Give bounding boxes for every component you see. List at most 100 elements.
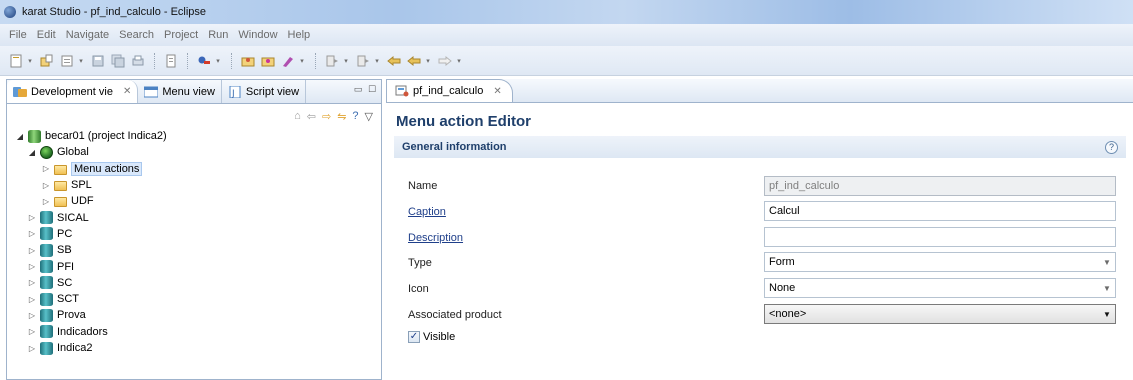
menu-help[interactable]: Help	[283, 29, 316, 41]
back-icon[interactable]	[406, 53, 422, 69]
tab-script-view[interactable]: J Script view	[222, 80, 307, 103]
minimize-icon[interactable]: ▭	[353, 85, 363, 95]
forward-icon[interactable]	[437, 53, 453, 69]
back-dropdown-icon[interactable]: ▾	[424, 57, 432, 65]
new-dropdown-icon[interactable]: ▾	[26, 57, 34, 65]
save-icon[interactable]	[90, 53, 106, 69]
open-resource-icon[interactable]	[260, 53, 276, 69]
description-link[interactable]: Description	[408, 232, 463, 244]
tree-item[interactable]: ▷ Indicadors	[15, 324, 381, 340]
close-icon[interactable]: ✕	[123, 86, 131, 97]
collapsed-arrow-icon[interactable]: ▷	[27, 327, 37, 336]
search-dropdown-icon[interactable]: ▾	[214, 57, 222, 65]
collapsed-arrow-icon[interactable]: ▷	[41, 181, 51, 190]
tab-menu-view[interactable]: Menu view	[138, 80, 222, 103]
menu-file[interactable]: File	[4, 29, 32, 41]
chevron-down-icon[interactable]: ▼	[1099, 253, 1115, 271]
open-type-icon[interactable]	[240, 53, 256, 69]
properties-icon[interactable]	[163, 53, 179, 69]
collapsed-arrow-icon[interactable]: ▷	[27, 295, 37, 304]
menu-edit[interactable]: Edit	[32, 29, 61, 41]
expanded-arrow-icon[interactable]: ◢	[27, 148, 37, 157]
collapsed-arrow-icon[interactable]: ▷	[27, 246, 37, 255]
general-information-section[interactable]: General information ?	[394, 136, 1126, 158]
tab-pf-ind-calculo[interactable]: pf_ind_calculo ✕	[386, 79, 513, 102]
tab-development-view[interactable]: Development vie ✕	[7, 80, 139, 103]
menu-navigate[interactable]: Navigate	[61, 29, 114, 41]
visible-checkbox[interactable]: ✓	[408, 331, 420, 343]
description-field[interactable]	[764, 227, 1116, 247]
tree-item[interactable]: ◢ Global	[15, 144, 381, 160]
collapsed-arrow-icon[interactable]: ▷	[27, 278, 37, 287]
open-file-icon[interactable]	[59, 53, 75, 69]
close-icon[interactable]: ✕	[493, 86, 501, 97]
tree-item[interactable]: ▷ SB	[15, 242, 381, 258]
view-menu-icon[interactable]: ▽	[365, 110, 373, 123]
tree-item[interactable]: ▷ SCT	[15, 291, 381, 307]
menu-window[interactable]: Window	[233, 29, 282, 41]
new-project-icon[interactable]	[39, 53, 55, 69]
associated-product-select[interactable]: <none> ▼	[764, 304, 1116, 324]
collapsed-arrow-icon[interactable]: ▷	[41, 164, 51, 173]
new-icon[interactable]	[8, 53, 24, 69]
save-all-icon[interactable]	[110, 53, 126, 69]
link-with-editor-icon[interactable]: ⇋	[337, 110, 346, 123]
expanded-arrow-icon[interactable]: ◢	[15, 132, 25, 141]
tree-item-label: SPL	[71, 179, 92, 192]
tree-item[interactable]: ▷ SC	[15, 275, 381, 291]
home-icon[interactable]: ⌂	[294, 110, 301, 122]
next-annotation-dropdown-icon[interactable]: ▾	[342, 57, 350, 65]
collapsed-arrow-icon[interactable]: ▷	[27, 262, 37, 271]
chevron-down-icon[interactable]: ▼	[1099, 305, 1115, 323]
help-icon[interactable]: ?	[352, 110, 358, 122]
tree-item-label: Prova	[57, 309, 86, 322]
collapsed-arrow-icon[interactable]: ▷	[27, 311, 37, 320]
globe-icon	[40, 145, 53, 159]
tree-item[interactable]: ▷ SICAL	[15, 209, 381, 225]
collapsed-arrow-icon[interactable]: ▷	[27, 344, 37, 353]
folder-icon	[54, 181, 67, 192]
tree-item-label: SICAL	[57, 211, 89, 224]
tree-item[interactable]: ▷ Menu actions	[15, 161, 381, 177]
tree-item[interactable]: ▷ PFI	[15, 258, 381, 274]
prev-annotation-icon[interactable]	[355, 53, 371, 69]
database-icon	[40, 243, 53, 257]
tree-item[interactable]: ▷ SPL	[15, 177, 381, 193]
collapsed-arrow-icon[interactable]: ▷	[41, 197, 51, 206]
tree-item[interactable]: ▷ PC	[15, 226, 381, 242]
next-annotation-icon[interactable]	[324, 53, 340, 69]
menu-search[interactable]: Search	[114, 29, 159, 41]
annotation-icon[interactable]	[280, 53, 296, 69]
tree-item[interactable]: ▷ Indica2	[15, 340, 381, 356]
open-dropdown-icon[interactable]: ▾	[77, 57, 85, 65]
database-icon	[40, 260, 53, 274]
chevron-down-icon[interactable]: ▼	[1099, 279, 1115, 297]
maximize-icon[interactable]: ☐	[367, 85, 377, 95]
prev-annotation-dropdown-icon[interactable]: ▾	[373, 57, 381, 65]
forward-dropdown-icon[interactable]: ▾	[455, 57, 463, 65]
tree-item[interactable]: ▷ Prova	[15, 307, 381, 323]
toolbar-separator	[154, 52, 155, 69]
type-value: Form	[769, 256, 795, 268]
menu-project[interactable]: Project	[159, 29, 203, 41]
type-select[interactable]: Form ▼	[764, 252, 1116, 272]
tree-item[interactable]: ▷ UDF	[15, 193, 381, 209]
caption-link[interactable]: Caption	[408, 206, 446, 218]
icon-select[interactable]: None ▼	[764, 278, 1116, 298]
help-icon[interactable]: ?	[1105, 140, 1118, 154]
nav-back-icon[interactable]: ⇦	[307, 110, 316, 123]
print-icon[interactable]	[130, 53, 146, 69]
last-edit-icon[interactable]	[386, 53, 402, 69]
menu-run[interactable]: Run	[203, 29, 233, 41]
nav-forward-icon[interactable]: ⇨	[322, 110, 331, 123]
caption-field[interactable]: Calcul	[764, 201, 1116, 221]
database-icon	[40, 292, 53, 306]
collapsed-arrow-icon[interactable]: ▷	[27, 213, 37, 222]
collapsed-arrow-icon[interactable]: ▷	[27, 229, 37, 238]
visible-checkbox-row[interactable]: ✓ Visible	[408, 331, 455, 343]
annotation-dropdown-icon[interactable]: ▾	[298, 57, 306, 65]
tree-item[interactable]: ◢ becar01 (project Indica2)	[15, 128, 381, 144]
tab-menu-view-label: Menu view	[162, 85, 215, 98]
search-key-icon[interactable]	[196, 53, 212, 69]
project-tree: ◢ becar01 (project Indica2) ◢ Global ▷ M…	[7, 128, 381, 356]
